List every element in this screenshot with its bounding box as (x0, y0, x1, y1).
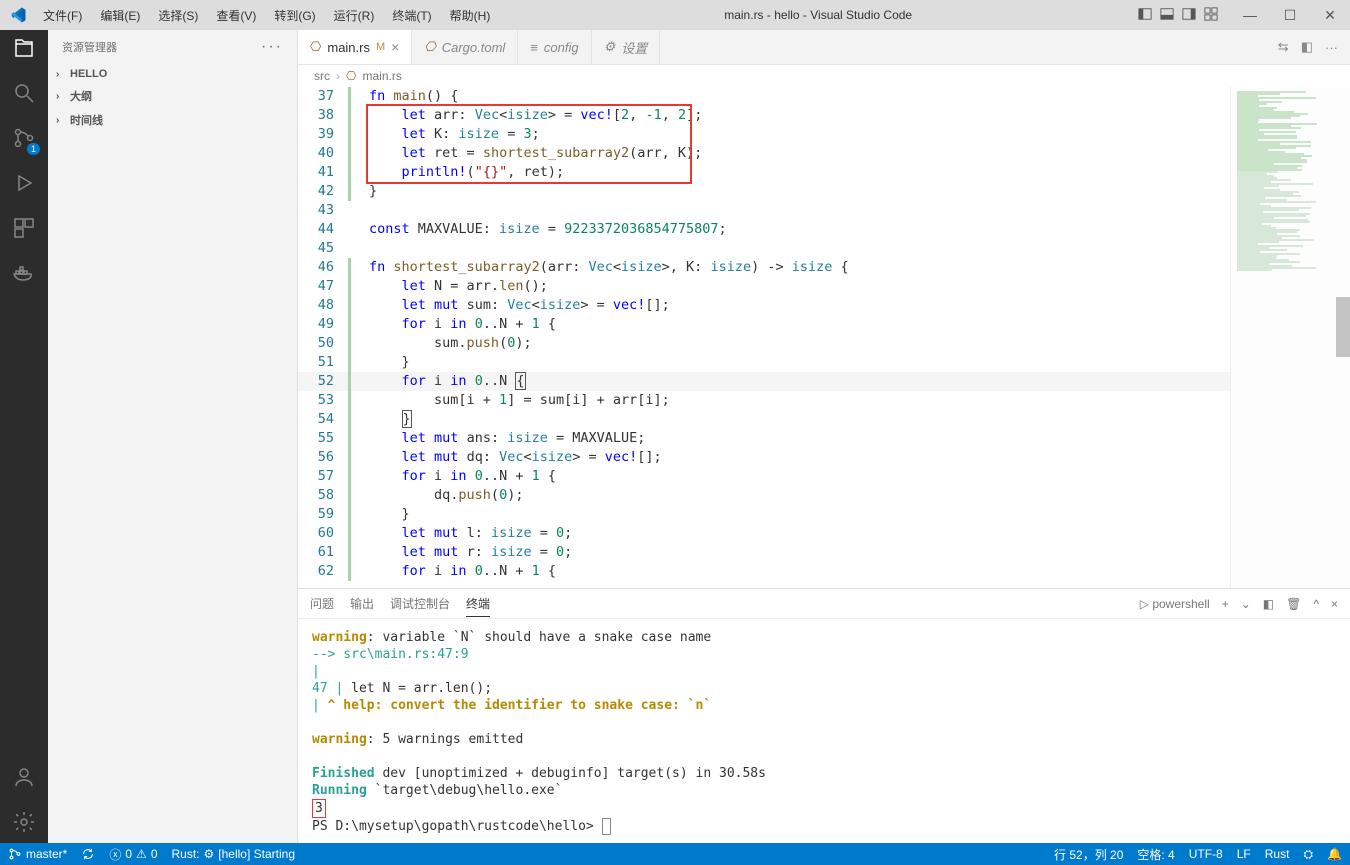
language[interactable]: Rust (1265, 847, 1290, 861)
highlight-box (366, 104, 692, 184)
panel-debug[interactable]: 调试控制台 (390, 591, 450, 616)
problems-item[interactable]: ⓧ 0 ⚠ 0 (109, 846, 157, 863)
new-terminal-icon[interactable]: + (1222, 597, 1229, 611)
code-line[interactable]: 61 let mut r: isize = 0; (298, 543, 1230, 562)
menu-terminal[interactable]: 终端(T) (384, 3, 439, 28)
shell-select[interactable]: ▷ powershell (1140, 597, 1210, 611)
minimize-button[interactable]: — (1230, 7, 1270, 23)
menu-select[interactable]: 选择(S) (150, 3, 206, 28)
title-bar: 文件(F) 编辑(E) 选择(S) 查看(V) 转到(G) 运行(R) 终端(T… (0, 0, 1350, 30)
close-icon[interactable]: × (391, 39, 399, 55)
code-line[interactable]: 44const MAXVALUE: isize = 92233720368547… (298, 220, 1230, 239)
code-line[interactable]: 55 let mut ans: isize = MAXVALUE; (298, 429, 1230, 448)
section-hello[interactable]: ›HELLO (48, 64, 297, 84)
breadcrumb[interactable]: src› ⎔main.rs (298, 65, 1350, 87)
tab-config[interactable]: ≡config (518, 30, 591, 64)
explorer-title: 资源管理器 (62, 39, 117, 55)
panel-terminal[interactable]: 终端 (466, 591, 490, 617)
compare-icon[interactable]: ⇆ (1278, 39, 1289, 55)
extensions-icon[interactable] (12, 216, 36, 243)
panel-output[interactable]: 输出 (350, 591, 374, 616)
menu-help[interactable]: 帮助(H) (442, 3, 499, 28)
code-line[interactable]: 42} (298, 182, 1230, 201)
code-line[interactable]: 57 for i in 0..N + 1 { (298, 467, 1230, 486)
more-icon[interactable]: ··· (261, 38, 283, 56)
tab-main-rs[interactable]: ⎔ main.rs M × (298, 30, 412, 64)
menu-run[interactable]: 运行(R) (326, 3, 383, 28)
code-line[interactable]: 48 let mut sum: Vec<isize> = vec![]; (298, 296, 1230, 315)
search-icon[interactable] (12, 81, 36, 108)
menu-file[interactable]: 文件(F) (35, 3, 90, 28)
tab-bar: ⎔ main.rs M × ⎔Cargo.toml ≡config ⚙设置 ⇆ … (298, 30, 1350, 65)
debug-icon[interactable] (12, 171, 36, 198)
terminal-panel: 问题 输出 调试控制台 终端 ▷ powershell + ⌄ ◧ 🗑 ^ × … (298, 588, 1350, 843)
editor-area: ⎔ main.rs M × ⎔Cargo.toml ≡config ⚙设置 ⇆ … (298, 30, 1350, 843)
split-icon[interactable]: ◧ (1301, 39, 1313, 55)
menu-edit[interactable]: 编辑(E) (92, 3, 148, 28)
rust-icon: ⎔ (424, 39, 435, 55)
section-outline[interactable]: ›大纲 (48, 84, 297, 108)
encoding[interactable]: UTF-8 (1189, 847, 1223, 861)
spaces[interactable]: 空格: 4 (1137, 846, 1174, 863)
code-line[interactable]: 52 for i in 0..N { (298, 372, 1230, 391)
vscode-icon (0, 6, 35, 24)
code-line[interactable]: 47 let N = arr.len(); (298, 277, 1230, 296)
chevron-up-icon[interactable]: ^ (1313, 597, 1319, 611)
section-timeline[interactable]: ›时间线 (48, 108, 297, 132)
gear-icon: ⚙ (604, 39, 616, 55)
menu-view[interactable]: 查看(V) (208, 3, 264, 28)
split-terminal-icon[interactable]: ◧ (1263, 597, 1274, 611)
output-highlight: 3 (312, 799, 326, 818)
close-panel-icon[interactable]: × (1331, 597, 1338, 611)
minimap[interactable] (1230, 87, 1350, 588)
maximize-button[interactable]: ☐ (1270, 7, 1310, 24)
code-line[interactable]: 59 } (298, 505, 1230, 524)
status-bar: master* ⓧ 0 ⚠ 0 Rust: ⚙ [hello] Starting… (0, 843, 1350, 865)
rust-icon: ⎔ (310, 39, 321, 55)
trash-icon[interactable]: 🗑 (1286, 597, 1301, 611)
code-line[interactable]: 45 (298, 239, 1230, 258)
code-line[interactable]: 43 (298, 201, 1230, 220)
code-line[interactable]: 58 dq.push(0); (298, 486, 1230, 505)
settings-icon[interactable] (12, 810, 36, 837)
cfg-icon: ≡ (530, 40, 538, 55)
bell-icon[interactable]: 🔔 (1327, 847, 1342, 861)
layout-right-icon[interactable] (1182, 7, 1196, 24)
window-title: main.rs - hello - Visual Studio Code (498, 8, 1138, 22)
chevron-down-icon[interactable]: ⌄ (1241, 597, 1251, 611)
layout-bottom-icon[interactable] (1160, 7, 1174, 24)
more-icon[interactable]: ··· (1325, 40, 1338, 55)
code-line[interactable]: 51 } (298, 353, 1230, 372)
tab-settings[interactable]: ⚙设置 (592, 30, 661, 64)
layout-left-icon[interactable] (1138, 7, 1152, 24)
menu-goto[interactable]: 转到(G) (266, 3, 323, 28)
rust-status[interactable]: Rust: ⚙ [hello] Starting (172, 847, 296, 861)
account-icon[interactable] (12, 765, 36, 792)
cursor-pos[interactable]: 行 52，列 20 (1054, 846, 1123, 863)
terminal[interactable]: warning: variable `N` should have a snak… (298, 619, 1350, 843)
close-button[interactable]: ✕ (1310, 7, 1350, 24)
tab-cargo-toml[interactable]: ⎔Cargo.toml (412, 30, 518, 64)
feedback-icon[interactable]: ⛭ (1303, 847, 1313, 862)
explorer-panel: 资源管理器 ··· ›HELLO ›大纲 ›时间线 (48, 30, 298, 843)
code-line[interactable]: 46fn shortest_subarray2(arr: Vec<isize>,… (298, 258, 1230, 277)
eol[interactable]: LF (1237, 847, 1251, 861)
code-line[interactable]: 54 } (298, 410, 1230, 429)
menu-bar: 文件(F) 编辑(E) 选择(S) 查看(V) 转到(G) 运行(R) 终端(T… (35, 3, 498, 28)
code-line[interactable]: 50 sum.push(0); (298, 334, 1230, 353)
code-editor[interactable]: 37fn main() {38 let arr: Vec<isize> = ve… (298, 87, 1230, 588)
branch-item[interactable]: master* (8, 847, 67, 861)
code-line[interactable]: 56 let mut dq: Vec<isize> = vec![]; (298, 448, 1230, 467)
layout-grid-icon[interactable] (1204, 7, 1218, 24)
activity-bar: 1 (0, 30, 48, 843)
scm-icon[interactable]: 1 (12, 126, 36, 153)
explorer-icon[interactable] (12, 36, 36, 63)
sync-item[interactable] (81, 847, 95, 861)
code-line[interactable]: 53 sum[i + 1] = sum[i] + arr[i]; (298, 391, 1230, 410)
docker-icon[interactable] (12, 261, 36, 288)
code-line[interactable]: 62 for i in 0..N + 1 { (298, 562, 1230, 581)
code-line[interactable]: 60 let mut l: isize = 0; (298, 524, 1230, 543)
panel-problems[interactable]: 问题 (310, 591, 334, 616)
code-line[interactable]: 49 for i in 0..N + 1 { (298, 315, 1230, 334)
